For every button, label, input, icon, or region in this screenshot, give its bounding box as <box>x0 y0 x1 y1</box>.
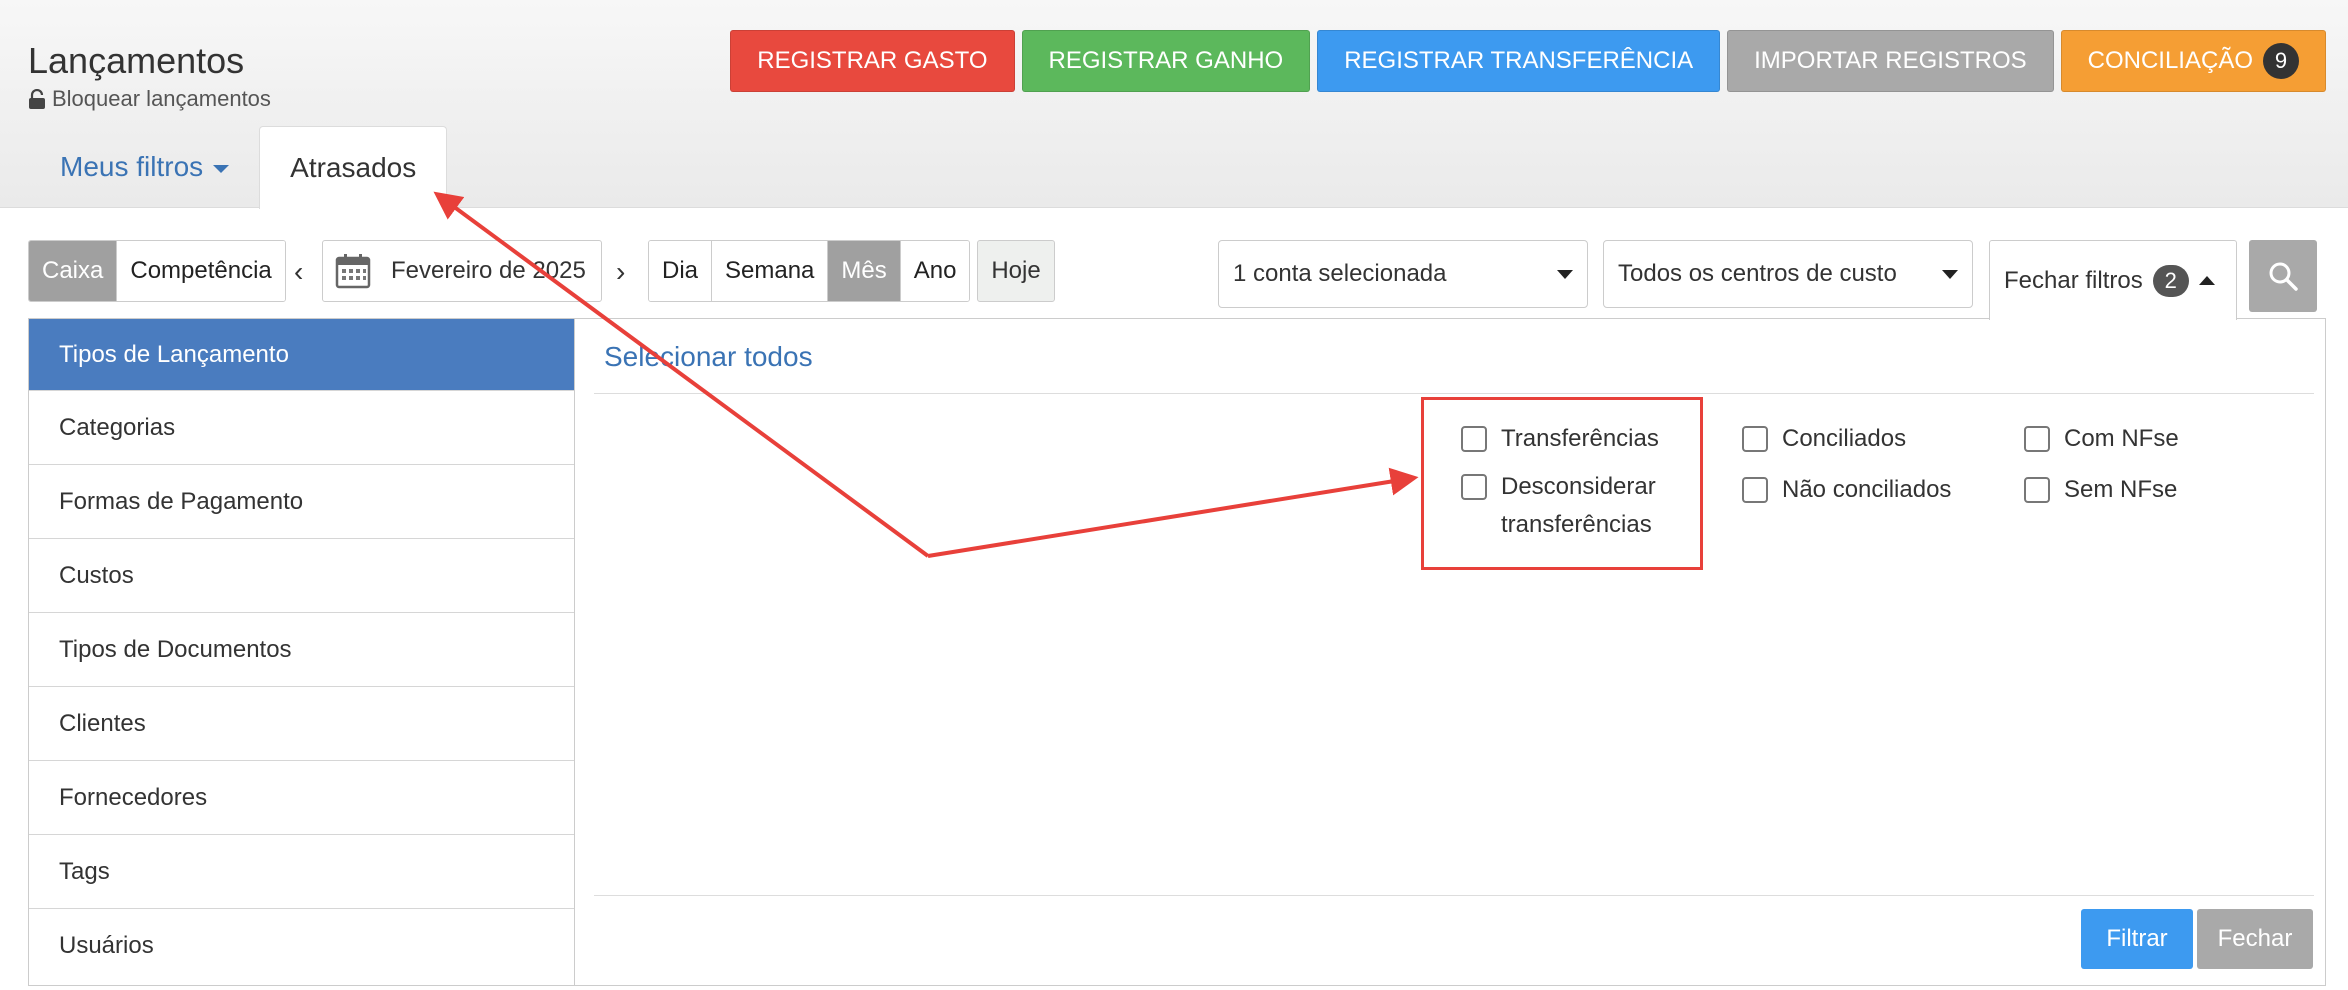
close-panel-button[interactable]: Fechar <box>2197 909 2313 969</box>
unreconciled-label: Não conciliados <box>1782 476 1952 503</box>
previous-period-arrow[interactable]: ‹ <box>294 256 303 288</box>
unreconciled-checkbox[interactable] <box>1742 477 1768 503</box>
lock-entries-toggle[interactable]: Bloquear lançamentos <box>28 86 271 112</box>
filter-category-clients[interactable]: Clientes <box>29 687 574 761</box>
with-nfse-checkbox[interactable] <box>2024 426 2050 452</box>
granularity-week-option[interactable]: Semana <box>712 241 829 301</box>
account-select[interactable]: 1 conta selecionada <box>1218 240 1588 308</box>
reconciled-checkbox[interactable] <box>1742 426 1768 452</box>
without-nfse-label: Sem NFse <box>2064 476 2178 503</box>
filter-category-costs[interactable]: Custos <box>29 539 574 613</box>
tab-overdue[interactable]: Atrasados <box>259 126 448 209</box>
option-reconciled: Conciliados <box>1742 420 1906 458</box>
cost-center-select[interactable]: Todos os centros de custo <box>1603 240 1973 308</box>
reconciliation-label: CONCILIAÇÃO <box>2087 47 2253 74</box>
select-all-link[interactable]: Selecionar todos <box>604 341 813 373</box>
filter-category-categories[interactable]: Categorias <box>29 391 574 465</box>
cost-center-select-value: Todos os centros de custo <box>1618 260 1897 287</box>
reconciled-label: Conciliados <box>1782 425 1907 452</box>
register-transfer-label: REGISTRAR TRANSFERÊNCIA <box>1344 47 1694 74</box>
regime-cash-option[interactable]: Caixa <box>29 241 118 301</box>
filter-panel: Tipos de Lançamento Categorias Formas de… <box>28 318 2326 986</box>
page-header: Lançamentos Bloquear lançamentos REGISTR… <box>0 0 2348 209</box>
tab-overdue-label: Atrasados <box>290 152 417 183</box>
granularity-month-option[interactable]: Mês <box>828 241 901 301</box>
filter-category-suppliers[interactable]: Fornecedores <box>29 761 574 835</box>
chevron-down-icon <box>1557 269 1573 279</box>
close-filters-label: Fechar filtros <box>2004 266 2143 294</box>
filter-category-entry-types[interactable]: Tipos de Lançamento <box>29 319 574 391</box>
highlight-box <box>1421 397 1703 570</box>
with-nfse-label: Com NFse <box>2064 425 2179 452</box>
granularity-toggle: Dia Semana Mês Ano <box>648 240 971 302</box>
reconciliation-button[interactable]: CONCILIAÇÃO 9 <box>2060 30 2326 92</box>
today-button[interactable]: Hoje <box>977 240 1055 302</box>
active-filters-count-badge: 2 <box>2152 264 2189 297</box>
granularity-day-option[interactable]: Dia <box>649 241 713 301</box>
reconciliation-count-badge: 9 <box>2263 43 2299 79</box>
regime-accrual-option[interactable]: Competência <box>117 241 285 301</box>
close-filters-button[interactable]: Fechar filtros 2 <box>1989 240 2237 320</box>
register-income-label: REGISTRAR GANHO <box>1048 47 1284 74</box>
import-records-button[interactable]: IMPORTAR REGISTROS <box>1727 30 2054 92</box>
search-button[interactable] <box>2249 240 2317 312</box>
period-picker[interactable]: Fevereiro de 2025 <box>322 240 602 302</box>
filter-category-payment-methods[interactable]: Formas de Pagamento <box>29 465 574 539</box>
filter-category-tags[interactable]: Tags <box>29 835 574 909</box>
chevron-down-icon <box>1942 269 1958 279</box>
action-buttons: REGISTRAR GASTO REGISTRAR GANHO REGISTRA… <box>730 30 2326 92</box>
lock-entries-label: Bloquear lançamentos <box>52 86 271 111</box>
filter-category-users[interactable]: Usuários <box>29 909 574 983</box>
option-unreconciled: Não conciliados <box>1742 471 1951 509</box>
filter-category-document-types[interactable]: Tipos de Documentos <box>29 613 574 687</box>
tab-my-filters-label: Meus filtros <box>60 151 204 182</box>
page-title: Lançamentos <box>28 40 245 81</box>
chevron-up-icon <box>2198 276 2215 285</box>
option-with-nfse: Com NFse <box>2024 420 2179 458</box>
tab-my-filters[interactable]: Meus filtros <box>30 126 259 208</box>
register-income-button[interactable]: REGISTRAR GANHO <box>1021 30 1311 92</box>
divider <box>594 895 2314 896</box>
register-expense-label: REGISTRAR GASTO <box>757 47 988 74</box>
account-select-value: 1 conta selecionada <box>1233 260 1447 287</box>
apply-filters-button[interactable]: Filtrar <box>2081 909 2193 969</box>
without-nfse-checkbox[interactable] <box>2024 477 2050 503</box>
granularity-year-option[interactable]: Ano <box>900 241 970 301</box>
period-label: Fevereiro de 2025 <box>391 257 586 284</box>
register-expense-button[interactable]: REGISTRAR GASTO <box>730 30 1015 92</box>
filter-category-list: Tipos de Lançamento Categorias Formas de… <box>29 319 575 985</box>
import-records-label: IMPORTAR REGISTROS <box>1754 47 2027 74</box>
search-icon <box>2269 262 2298 291</box>
calendar-icon <box>335 254 371 289</box>
option-without-nfse: Sem NFse <box>2024 471 2177 509</box>
regime-toggle: Caixa Competência <box>28 240 286 302</box>
filter-tabs: Meus filtros Atrasados <box>30 126 448 209</box>
register-transfer-button[interactable]: REGISTRAR TRANSFERÊNCIA <box>1317 30 1721 92</box>
divider <box>594 393 2314 394</box>
lock-icon <box>29 89 45 109</box>
chevron-down-icon <box>213 165 230 173</box>
next-period-arrow[interactable]: › <box>616 256 625 288</box>
